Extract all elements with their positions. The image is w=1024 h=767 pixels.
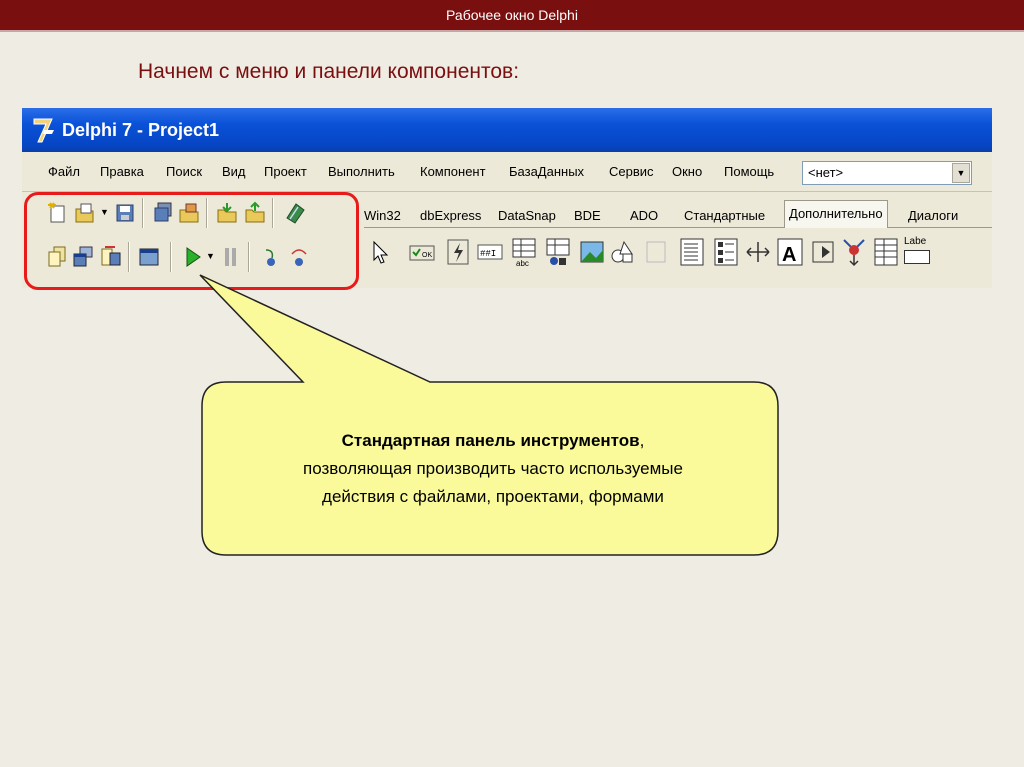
callout-line3: действия с файлами, проектами, формами — [322, 487, 664, 506]
callout-bubble — [199, 274, 779, 556]
callout-bold-title: Стандартная панель инструментов — [341, 431, 640, 450]
callout-text: Стандартная панель инструментов, позволя… — [213, 427, 773, 511]
callout-line2: позволяющая производить часто используем… — [303, 459, 683, 478]
callout-comma: , — [639, 431, 645, 450]
callout-line1: Стандартная панель инструментов, — [213, 427, 773, 455]
